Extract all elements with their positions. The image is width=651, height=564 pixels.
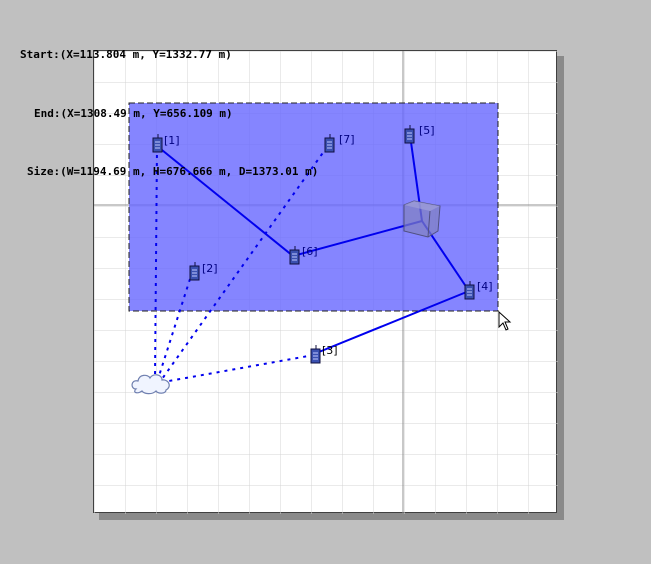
switch-cube-icon[interactable]: [403, 200, 441, 238]
node-label: [3]: [322, 344, 338, 357]
node-label: [2]: [202, 262, 218, 275]
node-label: [4]: [477, 280, 493, 293]
node-label: [5]: [419, 124, 435, 137]
measurement-readout: Start:(X=113.804 m, Y=1332.77 m) End:(X=…: [0, 0, 318, 201]
node-label: [7]: [339, 133, 355, 146]
node-label: [6]: [302, 245, 318, 258]
start-readout: Start:(X=113.804 m, Y=1332.77 m): [20, 48, 232, 61]
size-readout: Size:(W=1194.69 m, H=676.666 m, D=1373.0…: [27, 165, 319, 178]
end-readout: End:(X=1308.49 m, Y=656.109 m): [34, 106, 233, 120]
